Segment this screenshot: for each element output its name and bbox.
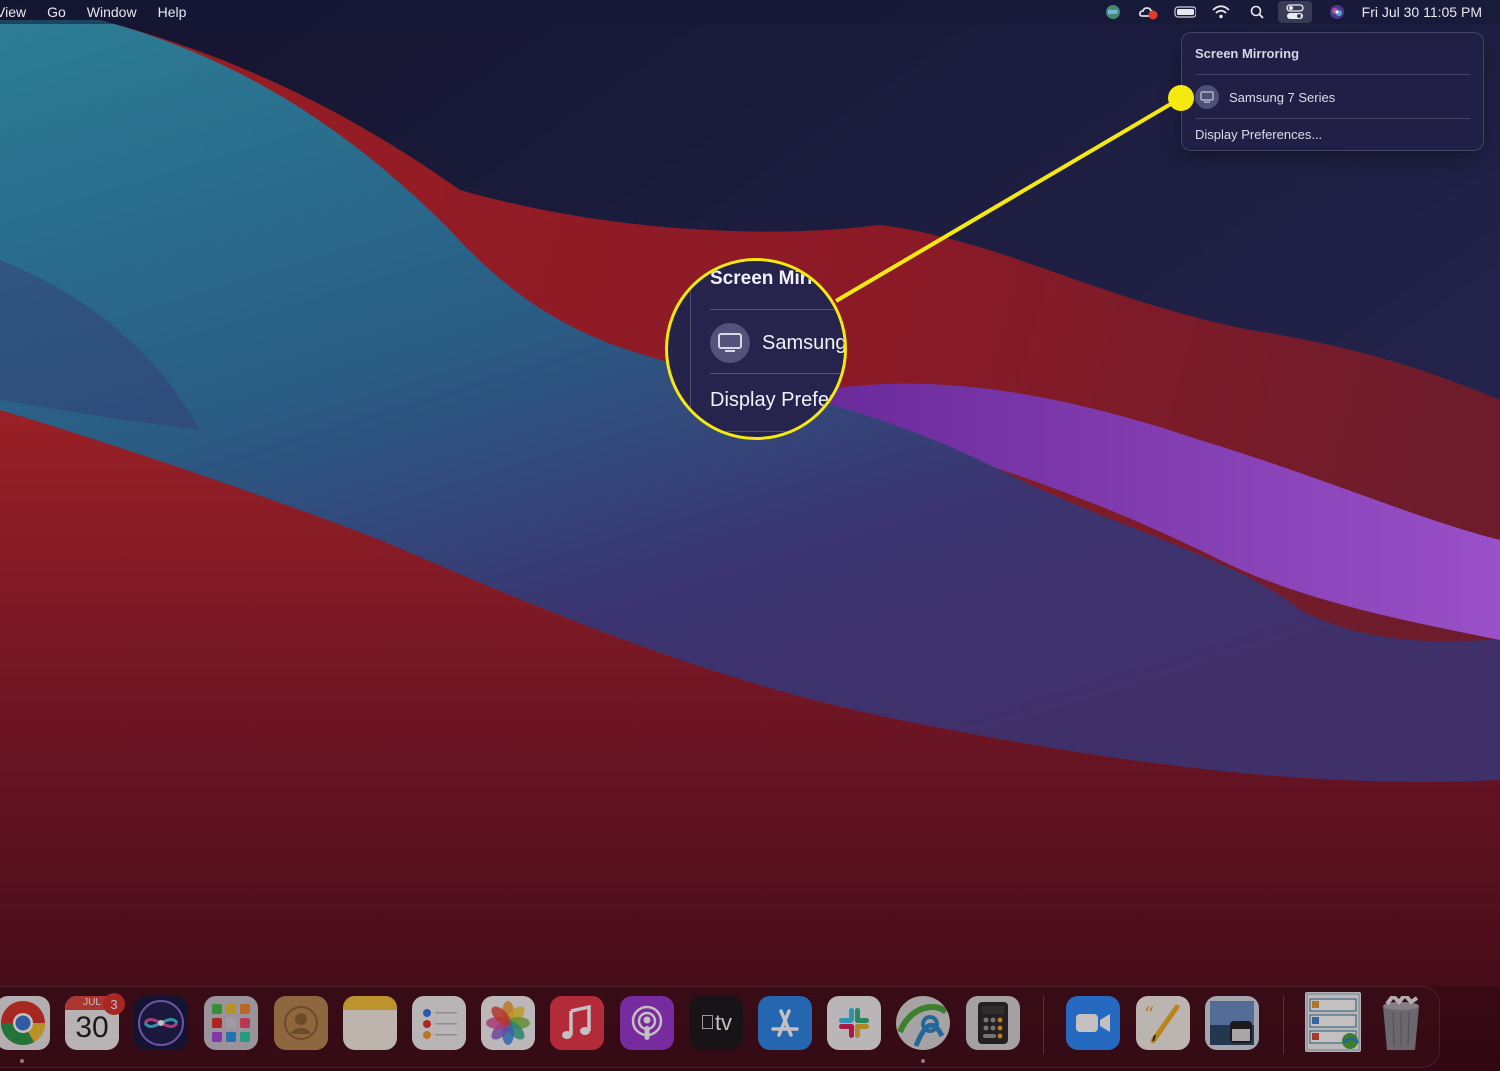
menu-title: Screen Mirroring: [1195, 46, 1300, 61]
siri-icon[interactable]: [1326, 2, 1348, 22]
network-globe-icon: [897, 1003, 949, 1047]
svg-text:“: “: [1144, 1002, 1154, 1026]
contacts-icon: [284, 1006, 318, 1040]
dock-slack[interactable]: [827, 996, 881, 1050]
magnified-divider: [710, 373, 844, 374]
dock-network-app[interactable]: [896, 996, 950, 1050]
tv-icon: [710, 323, 750, 363]
running-indicator: [921, 1059, 925, 1063]
dock-downloads-stack[interactable]: [1305, 992, 1361, 1052]
dock-notes[interactable]: [343, 996, 397, 1050]
menu-view[interactable]: View: [0, 4, 26, 20]
menu-help[interactable]: Help: [158, 4, 187, 20]
desktop-wallpaper: [0, 0, 1500, 1071]
screen-mirroring-menu: Screen Mirroring Samsung 7 Series Displa…: [1181, 32, 1484, 151]
apple-tv-label: tv: [707, 1010, 732, 1035]
pages-icon: “: [1144, 1002, 1180, 1044]
stack-icon: [1306, 993, 1360, 1051]
dock-zoom[interactable]: [1066, 996, 1120, 1050]
running-indicator: [20, 1059, 24, 1063]
dock-launchpad[interactable]: [204, 996, 258, 1050]
reminders-icon: [423, 1009, 457, 1039]
slack-icon: [839, 1008, 869, 1038]
dock-trash[interactable]: [1374, 996, 1428, 1050]
dock-separator: [1043, 996, 1044, 1054]
apple-tv-icon: : [700, 1012, 715, 1035]
dock-photos[interactable]: [481, 996, 535, 1050]
dock-chrome[interactable]: [0, 996, 50, 1050]
device-samsung-7-series[interactable]: Samsung 7 Series: [1195, 83, 1335, 111]
dock-siri[interactable]: [134, 996, 188, 1050]
app-menus: View Go Window Help: [0, 0, 207, 24]
siri-icon: [138, 1000, 184, 1046]
dock-reminders[interactable]: [412, 996, 466, 1050]
tv-icon: [1195, 85, 1219, 109]
dock-pages[interactable]: “: [1136, 996, 1190, 1050]
dock-podcasts[interactable]: [620, 996, 674, 1050]
calendar-badge: 3: [103, 993, 125, 1015]
music-note-icon: [562, 1004, 591, 1039]
photos-icon: [486, 1001, 530, 1045]
calendar-day: 30: [75, 1011, 109, 1044]
chrome-icon: [1, 1001, 45, 1045]
magnifier-callout: Screen Mirr Samsung Display Prefer: [665, 258, 847, 440]
menu-window[interactable]: Window: [87, 4, 137, 20]
battery-icon[interactable]: [1174, 2, 1196, 22]
menu-go[interactable]: Go: [47, 4, 66, 20]
notes-icon: [343, 996, 397, 1010]
menu-divider: [1195, 74, 1470, 75]
display-preferences-item[interactable]: Display Preferences...: [1195, 127, 1322, 142]
device-label: Samsung 7 Series: [1229, 89, 1336, 105]
dock-apple-tv[interactable]: tv: [689, 996, 743, 1050]
dock-app-store[interactable]: [758, 996, 812, 1050]
dock-preview[interactable]: [1205, 996, 1259, 1050]
dock-calculator[interactable]: [966, 996, 1020, 1050]
control-center-icon[interactable]: [1277, 1, 1312, 23]
dock-contacts[interactable]: [274, 996, 328, 1050]
trash-icon: [1383, 996, 1419, 1050]
magnified-divider: [710, 309, 844, 310]
wifi-icon[interactable]: [1210, 2, 1232, 22]
magnified-device-label: Samsung: [762, 332, 847, 354]
creative-cloud-icon[interactable]: [1138, 2, 1160, 22]
podcasts-icon: [631, 1005, 663, 1040]
globe-icon[interactable]: [1102, 2, 1124, 22]
callout-dot: [1168, 85, 1194, 111]
menu-bar: View Go Window Help Fri Jul 30 11:05 PM: [0, 0, 1500, 24]
dock-separator: [1283, 996, 1284, 1054]
magnified-display-preferences: Display Prefer: [710, 389, 836, 411]
magnified-title: Screen Mirr: [710, 268, 815, 289]
dock-music[interactable]: [550, 996, 604, 1050]
launchpad-icon: [212, 1004, 250, 1042]
app-store-icon: [771, 1009, 799, 1037]
zoom-video-icon: [1076, 1014, 1110, 1032]
spotlight-search-icon[interactable]: [1246, 2, 1268, 22]
calculator-icon: [978, 1002, 1008, 1044]
menu-divider: [1195, 118, 1470, 119]
preview-icon: [1210, 1001, 1254, 1045]
clock[interactable]: Fri Jul 30 11:05 PM: [1362, 4, 1482, 20]
status-menus: Fri Jul 30 11:05 PM: [1088, 0, 1482, 24]
